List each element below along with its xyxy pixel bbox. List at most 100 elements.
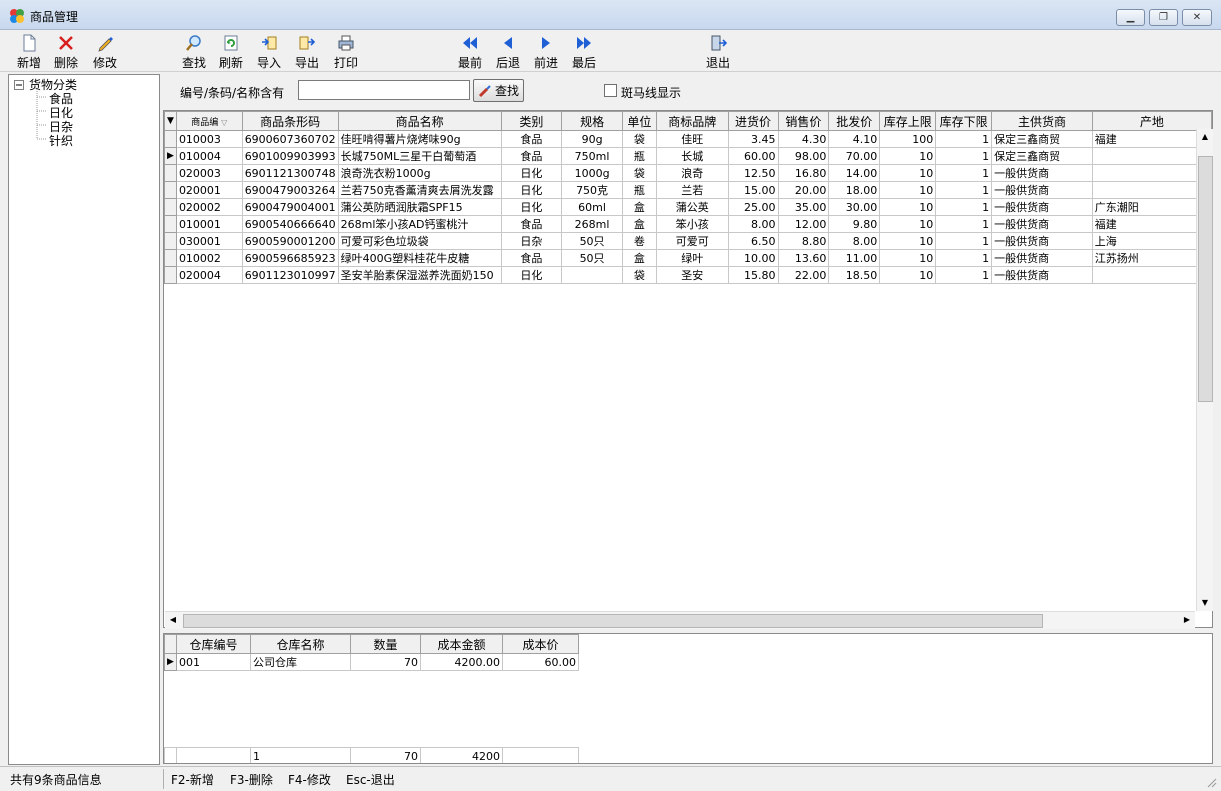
print-button[interactable]: 打印	[332, 34, 360, 71]
exit-button[interactable]: 退出	[704, 34, 732, 71]
col-header-warehouse-name[interactable]: 仓库名称	[250, 634, 351, 654]
table-cell: 10.00	[727, 249, 779, 267]
table-row[interactable]: 030001 6900590001200 可爱可彩色垃圾袋 日杂 50只卷可爱可 6.50…	[164, 232, 1212, 250]
new-document-icon	[23, 34, 36, 52]
col-header-purchase-price[interactable]: 进货价	[727, 111, 779, 131]
table-cell: 6900590001200	[241, 232, 339, 250]
col-header-brand[interactable]: 商标品牌	[655, 111, 729, 131]
table-cell: 50只	[561, 249, 623, 267]
table-row[interactable]: 010001 6900540666640 268ml笨小孩AD钙蜜桃汁 食品 268ml…	[164, 215, 1212, 233]
col-header-category[interactable]: 类别	[500, 111, 563, 131]
col-header-wholesale-price[interactable]: 批发价	[828, 111, 881, 131]
col-header-warehouse-code[interactable]: 仓库编号	[176, 634, 251, 654]
zebra-checkbox[interactable]	[604, 84, 617, 97]
sort-icon: ▽	[221, 117, 228, 127]
import-button[interactable]: 导入	[255, 34, 283, 71]
table-cell: 长城750ML三星干白葡萄酒	[337, 147, 502, 165]
edit-button[interactable]: 修改	[91, 34, 119, 71]
close-button[interactable]: ✕	[1182, 9, 1212, 26]
col-header-cost-amount[interactable]: 成本金额	[420, 634, 503, 654]
row-indicator	[164, 266, 177, 284]
table-cell: 50只	[561, 232, 623, 250]
table-cell: 广东潮阳	[1091, 198, 1212, 216]
table-row[interactable]: 020002 6900479004001 蒲公英防晒润肤霜SPF15 日化 60ml 盒蒲…	[164, 198, 1212, 216]
table-cell: 15.80	[727, 266, 779, 284]
table-cell: 18.50	[828, 266, 881, 284]
goods-horizontal-scrollbar[interactable]: ◀ ▶	[165, 611, 1195, 629]
search-button[interactable]: 查找	[473, 79, 524, 102]
search-input[interactable]	[298, 80, 470, 100]
collapse-icon[interactable]	[14, 80, 24, 90]
next-record-button[interactable]: 前进	[532, 34, 560, 71]
category-tree[interactable]: 货物分类 食品 日化 日杂 针织	[8, 74, 160, 765]
col-header-stock-min[interactable]: 库存下限	[935, 111, 993, 131]
table-cell: 22.00	[777, 266, 830, 284]
col-header-sale-price[interactable]: 销售价	[777, 111, 830, 131]
scroll-left-icon[interactable]: ◀	[165, 612, 181, 628]
table-row[interactable]: 010002 6900596685923 绿叶400G塑料桂花牛皮糖 食品 50只盒绿叶…	[164, 249, 1212, 267]
col-header-barcode[interactable]: 商品条形码	[241, 111, 339, 131]
table-row[interactable]: 020003 6901121300748 浪奇洗衣粉1000g 日化 1000g 袋浪奇 1…	[164, 164, 1212, 182]
scroll-up-icon[interactable]: ▲	[1197, 129, 1213, 145]
find-button[interactable]: 查找	[180, 34, 208, 71]
col-header-quantity[interactable]: 数量	[350, 634, 421, 654]
table-cell: 12.50	[727, 164, 779, 182]
prev-record-button[interactable]: 后退	[494, 34, 522, 71]
table-cell: 10	[879, 147, 937, 165]
col-header-name[interactable]: 商品名称	[337, 111, 502, 131]
table-cell: 6901123010997	[241, 266, 339, 284]
add-button[interactable]: 新增	[15, 34, 43, 71]
col-header-origin[interactable]: 产地	[1091, 111, 1212, 131]
export-button[interactable]: 导出	[293, 34, 321, 71]
table-cell: 日化	[500, 266, 563, 284]
col-header-stock-max[interactable]: 库存上限	[879, 111, 937, 131]
table-cell: 6900479004001	[241, 198, 339, 216]
exit-door-icon	[711, 35, 727, 51]
table-cell: 瓶	[621, 147, 657, 165]
table-cell: 保定三鑫商贸	[991, 130, 1093, 148]
scroll-right-icon[interactable]: ▶	[1179, 612, 1195, 628]
tree-item-knitwear[interactable]: 针织	[49, 132, 73, 149]
col-header-spec[interactable]: 规格	[561, 111, 623, 131]
refresh-button[interactable]: 刷新	[217, 34, 245, 71]
header-dropdown-icon[interactable]: ▼	[164, 111, 177, 131]
stock-row[interactable]: ▶ 001 公司仓库 70 4200.00 60.00	[164, 653, 579, 671]
table-cell: 食品	[500, 249, 563, 267]
table-cell: 兰若	[655, 181, 729, 199]
table-cell: 福建	[1091, 215, 1212, 233]
table-cell: 010002	[175, 249, 243, 267]
table-cell: 盒	[621, 198, 657, 216]
table-row[interactable]: 010003 6900607360702 佳旺啃得薯片烧烤味90g 食品 90g 袋佳旺 3…	[164, 130, 1212, 148]
col-header-unit[interactable]: 单位	[621, 111, 657, 131]
goods-vertical-scrollbar[interactable]: ▲ ▼	[1196, 129, 1213, 611]
delete-button[interactable]: 删除	[52, 34, 80, 71]
first-record-button[interactable]: 最前	[456, 34, 484, 71]
table-cell: 10	[879, 198, 937, 216]
table-cell: 江苏扬州	[1091, 249, 1212, 267]
vertical-scroll-thumb[interactable]	[1198, 156, 1213, 402]
table-row[interactable]: ▶ 010004 6901009903993 长城750ML三星干白葡萄酒 食品 750m…	[164, 147, 1212, 165]
table-cell: 750克	[561, 181, 623, 199]
search-label: 编号/条码/名称含有	[180, 86, 285, 100]
row-pointer-icon: ▶	[164, 147, 177, 165]
table-cell: 一般供货商	[991, 266, 1093, 284]
table-row[interactable]: 020001 6900479003264 兰若750克香薰清爽去屑洗发露 日化 750克…	[164, 181, 1212, 199]
table-cell: 1	[935, 181, 993, 199]
restore-button[interactable]: ❐	[1149, 9, 1178, 26]
goods-grid[interactable]: ▼ 商品编 ▽ 商品条形码 商品名称 类别 规格 单位 商标品牌 进货价 销售价…	[163, 110, 1213, 628]
minimize-button[interactable]: ▁	[1116, 9, 1145, 26]
table-cell: 盒	[621, 215, 657, 233]
window-title: 商品管理	[30, 10, 79, 24]
table-cell: 盒	[621, 249, 657, 267]
col-header-supplier[interactable]: 主供货商	[991, 111, 1093, 131]
status-bar: 共有9条商品信息 F2-新增 F3-删除 F4-修改 Esc-退出	[0, 766, 1221, 791]
col-header-cost-price[interactable]: 成本价	[502, 634, 579, 654]
scroll-down-icon[interactable]: ▼	[1197, 595, 1213, 611]
horizontal-scroll-thumb[interactable]	[183, 614, 1043, 628]
table-row[interactable]: 020004 6901123010997 圣安羊胎素保湿滋养洗面奶150 日化袋圣安 1…	[164, 266, 1212, 284]
stock-grid[interactable]: 仓库编号 仓库名称 数量 成本金额 成本价 ▶ 001 公司仓库 70 4200…	[163, 633, 1213, 764]
last-record-button[interactable]: 最后	[570, 34, 598, 71]
resize-grip-icon[interactable]	[1205, 776, 1217, 788]
col-header-code[interactable]: 商品编 ▽	[175, 111, 243, 131]
search-bar: 编号/条码/名称含有 查找 斑马线显示	[164, 74, 1214, 108]
